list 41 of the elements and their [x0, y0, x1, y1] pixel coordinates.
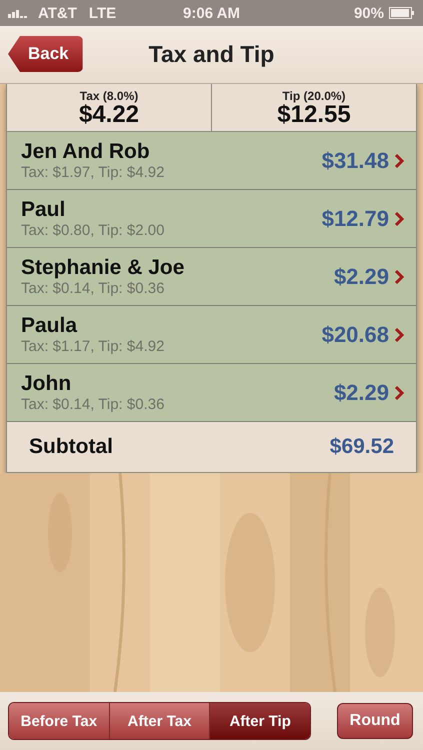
person-detail: Tax: $0.80, Tip: $2.00 [21, 222, 166, 239]
person-row[interactable]: Paula Tax: $1.17, Tip: $4.92 $20.68 [7, 306, 416, 364]
summary-label: Tip (20.0%) [282, 88, 346, 102]
chevron-icon [395, 386, 404, 400]
person-total: $2.29 [334, 380, 389, 406]
mode-tab[interactable]: Before Tax [9, 703, 109, 739]
person-total: $12.79 [322, 206, 389, 232]
mode-tab[interactable]: After Tax [108, 703, 210, 739]
summary-label: Tax (8.0%) [80, 88, 138, 102]
subtotal-label: Subtotal [29, 435, 114, 459]
summary-amount: $4.22 [78, 102, 140, 126]
screen-title: Tax and Tip [148, 41, 274, 68]
person-name: Paula [21, 314, 78, 338]
person-name: John [21, 372, 72, 396]
person-name: Stephanie & Joe [21, 256, 186, 280]
carrier-label: AT&T [38, 4, 77, 22]
subtotal-amount: $69.52 [330, 435, 394, 459]
person-total: $2.29 [334, 264, 389, 290]
person-detail: Tax: $0.14, Tip: $0.36 [21, 280, 166, 297]
person-detail: Tax: $1.17, Tip: $4.92 [21, 338, 166, 355]
chevron-icon [395, 154, 404, 168]
battery-percentage: 90% [354, 4, 384, 22]
person-total: $31.48 [322, 148, 389, 174]
round-button[interactable]: Round [337, 703, 413, 739]
person-row[interactable]: Stephanie & Joe Tax: $0.14, Tip: $0.36 $2.29 [7, 248, 416, 306]
chevron-icon [395, 270, 404, 284]
person-name: Paul [21, 198, 66, 222]
chevron-icon [395, 328, 404, 342]
back-button[interactable]: Back [8, 36, 83, 72]
person-total: $20.68 [322, 322, 389, 348]
clock-time: 9:06 AM [183, 4, 240, 22]
summary-amount: $12.55 [277, 102, 351, 126]
mode-tab[interactable]: After Tip [209, 703, 310, 739]
person-row[interactable]: Paul Tax: $0.80, Tip: $2.00 $12.79 [7, 190, 416, 248]
person-detail: Tax: $1.97, Tip: $4.92 [21, 164, 166, 181]
network-label: LTE [88, 4, 116, 22]
battery-icon [389, 7, 415, 19]
person-row[interactable]: Jen And Rob Tax: $1.97, Tip: $4.92 $31.48 [7, 132, 416, 190]
person-detail: Tax: $0.14, Tip: $0.36 [21, 396, 166, 413]
chevron-icon [395, 212, 404, 226]
person-name: Jen And Rob [21, 140, 151, 164]
